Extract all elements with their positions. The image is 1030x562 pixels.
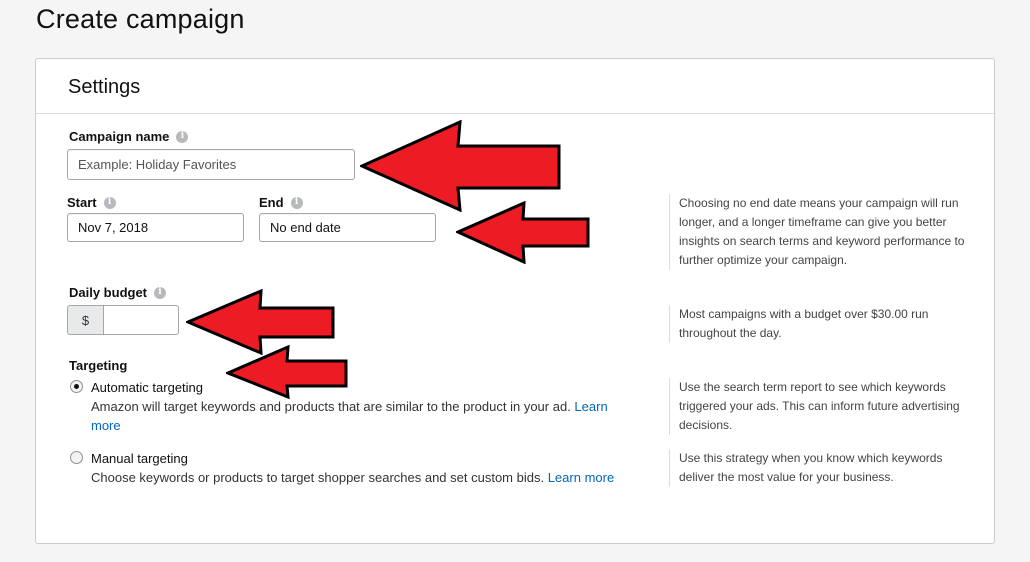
manual-targeting-radio[interactable] <box>70 451 83 464</box>
red-arrow-icon <box>456 201 590 264</box>
daily-budget-label-text: Daily budget <box>69 285 148 300</box>
currency-addon: $ <box>67 305 103 335</box>
manual-learn-more-link[interactable]: Learn more <box>548 470 614 485</box>
settings-title: Settings <box>68 76 141 98</box>
page-title: Create campaign <box>36 4 245 34</box>
daily-budget-group: $ <box>67 305 179 335</box>
automatic-targeting-option[interactable]: Automatic targeting Amazon will target k… <box>70 378 630 435</box>
end-date-input[interactable]: No end date <box>259 213 436 242</box>
start-date-value: Nov 7, 2018 <box>78 220 149 235</box>
daily-budget-label: Daily budget i <box>69 285 167 300</box>
end-label: End i <box>259 195 303 210</box>
manual-targeting-option[interactable]: Manual targeting Choose keywords or prod… <box>70 449 650 487</box>
manual-targeting-desc: Choose keywords or products to target sh… <box>91 470 545 485</box>
red-arrow-icon <box>360 120 561 212</box>
info-icon[interactable]: i <box>290 196 303 209</box>
info-icon[interactable]: i <box>103 196 116 209</box>
end-date-help: Choosing no end date means your campaign… <box>669 194 969 270</box>
info-icon[interactable]: i <box>176 130 189 143</box>
budget-help: Most campaigns with a budget over $30.00… <box>669 305 969 343</box>
create-campaign-page: Create campaign Settings Campaign name i… <box>0 0 1030 562</box>
automatic-targeting-radio[interactable] <box>70 380 83 393</box>
automatic-targeting-desc: Amazon will target keywords and products… <box>91 399 571 414</box>
end-date-value: No end date <box>270 220 341 235</box>
end-label-text: End <box>259 195 284 210</box>
targeting-label: Targeting <box>69 358 127 373</box>
manual-targeting-help: Use this strategy when you know which ke… <box>669 449 969 487</box>
campaign-name-input[interactable]: Example: Holiday Favorites <box>67 149 355 180</box>
red-arrow-icon <box>226 345 348 399</box>
campaign-name-label: Campaign name i <box>69 129 189 144</box>
campaign-name-placeholder: Example: Holiday Favorites <box>78 157 237 172</box>
info-icon[interactable]: i <box>154 286 167 299</box>
daily-budget-input[interactable] <box>103 305 179 335</box>
start-label: Start i <box>67 195 116 210</box>
start-date-input[interactable]: Nov 7, 2018 <box>67 213 244 242</box>
automatic-targeting-title: Automatic targeting <box>91 380 204 395</box>
campaign-name-label-text: Campaign name <box>69 129 170 144</box>
automatic-targeting-help: Use the search term report to see which … <box>669 378 969 435</box>
start-label-text: Start <box>67 195 97 210</box>
settings-header: Settings <box>36 59 994 114</box>
manual-targeting-title: Manual targeting <box>91 451 188 466</box>
targeting-label-text: Targeting <box>69 358 128 373</box>
